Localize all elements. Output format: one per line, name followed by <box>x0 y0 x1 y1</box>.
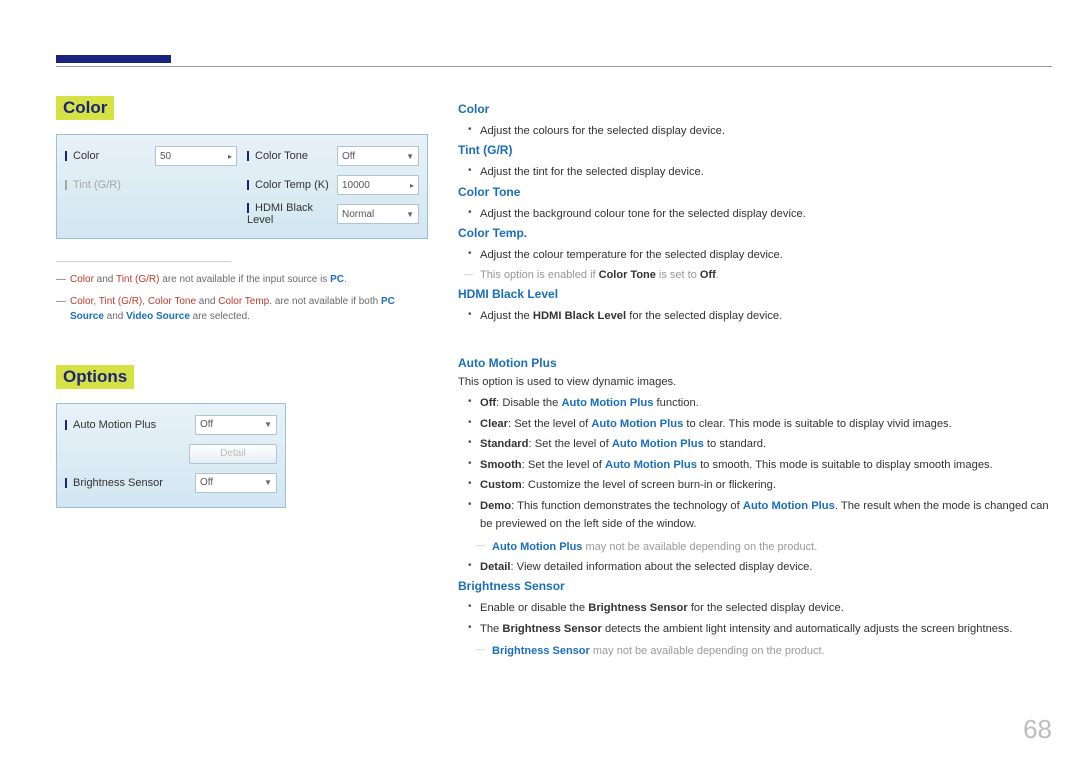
field-label-tint: Tint (G/R) <box>65 179 237 191</box>
desc-text: Enable or disable the Brightness Sensor … <box>480 599 1052 617</box>
desc-text: Demo: This function demonstrates the tec… <box>480 497 1052 556</box>
desc-text: Adjust the colours for the selected disp… <box>480 122 1052 140</box>
desc-heading-color: Color <box>458 102 1052 116</box>
field-value-color-temp-k[interactable]: 10000▸ <box>337 175 419 195</box>
desc-heading-brightness-sensor: Brightness Sensor <box>458 579 1052 593</box>
chevron-down-icon: ▼ <box>406 210 414 219</box>
desc-heading-color-tone: Color Tone <box>458 185 1052 199</box>
dropdown-color-tone[interactable]: Off▼ <box>337 146 419 166</box>
desc-note: This option is enabled if Color Tone is … <box>458 269 1052 281</box>
desc-intro: This option is used to view dynamic imag… <box>458 376 1052 388</box>
footnote-divider <box>56 261 231 262</box>
desc-text: Custom: Customize the level of screen bu… <box>480 476 1052 494</box>
field-label-brightness-sensor: Brightness Sensor <box>65 477 195 489</box>
spinner-icon: ▸ <box>410 181 414 190</box>
chevron-down-icon: ▼ <box>406 152 414 161</box>
chevron-down-icon: ▼ <box>264 478 272 487</box>
section-heading-color: Color <box>56 96 114 120</box>
desc-text: Detail: View detailed information about … <box>480 558 1052 576</box>
desc-text: Adjust the colour temperature for the se… <box>480 246 1052 264</box>
left-column: Color Color 50▸ Tint (G/R) Color Tone Of… <box>56 96 428 663</box>
field-label-auto-motion-plus: Auto Motion Plus <box>65 419 195 431</box>
desc-text: Standard: Set the level of Auto Motion P… <box>480 435 1052 453</box>
chevron-down-icon: ▼ <box>264 420 272 429</box>
page-number: 68 <box>1023 714 1052 745</box>
footnotes-color: ―Color and Tint (G/R) are not available … <box>56 261 428 325</box>
field-label-hdmi-black: HDMI Black Level <box>247 202 337 226</box>
desc-text: Smooth: Set the level of Auto Motion Plu… <box>480 456 1052 474</box>
dropdown-hdmi-black[interactable]: Normal▼ <box>337 204 419 224</box>
desc-heading-hdmi-black: HDMI Black Level <box>458 287 1052 301</box>
field-label-color-temp-k: Color Temp (K) <box>247 179 337 191</box>
detail-button[interactable]: Detail <box>189 444 277 464</box>
desc-note: Brightness Sensor may not be available d… <box>480 642 1052 660</box>
options-settings-panel: Auto Motion Plus Off▼ Detail Brightness … <box>56 403 286 508</box>
desc-heading-auto-motion-plus: Auto Motion Plus <box>458 356 1052 370</box>
desc-text: Adjust the background colour tone for th… <box>480 205 1052 223</box>
field-label-color: Color <box>65 150 155 162</box>
desc-text: Off: Disable the Auto Motion Plus functi… <box>480 394 1052 412</box>
field-label-color-tone: Color Tone <box>247 150 337 162</box>
desc-text: Adjust the tint for the selected display… <box>480 163 1052 181</box>
color-settings-panel: Color 50▸ Tint (G/R) Color Tone Off▼ Col… <box>56 134 428 239</box>
desc-text: The Brightness Sensor detects the ambien… <box>480 620 1052 661</box>
manual-page: Color Color 50▸ Tint (G/R) Color Tone Of… <box>0 0 1080 763</box>
desc-text: Adjust the HDMI Black Level for the sele… <box>480 307 1052 325</box>
desc-heading-tint: Tint (G/R) <box>458 143 1052 157</box>
field-value-color[interactable]: 50▸ <box>155 146 237 166</box>
right-column: Color Adjust the colours for the selecte… <box>458 96 1052 663</box>
desc-text: Clear: Set the level of Auto Motion Plus… <box>480 415 1052 433</box>
desc-heading-color-temp: Color Temp. <box>458 226 1052 240</box>
desc-note: Auto Motion Plus may not be available de… <box>480 538 1052 556</box>
header-rule <box>56 66 1052 67</box>
header-accent-bar <box>56 55 171 63</box>
spinner-icon: ▸ <box>228 152 232 161</box>
section-heading-options: Options <box>56 365 134 389</box>
dropdown-brightness-sensor[interactable]: Off▼ <box>195 473 277 493</box>
dropdown-auto-motion-plus[interactable]: Off▼ <box>195 415 277 435</box>
